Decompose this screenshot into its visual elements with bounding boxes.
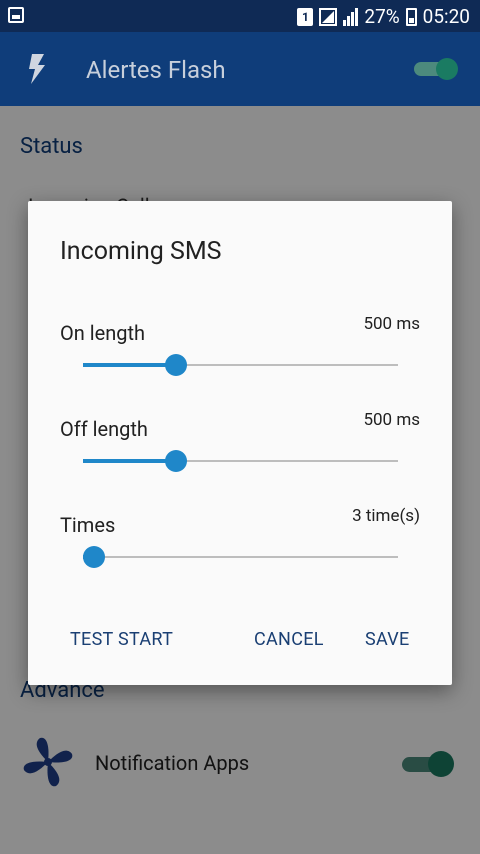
on-length-label: On length [60, 321, 146, 345]
off-length-slider[interactable] [83, 449, 398, 473]
cancel-button[interactable]: CANCEL [254, 629, 324, 650]
wifi-signal-icon [319, 7, 338, 26]
times-slider[interactable] [83, 545, 398, 569]
on-length-slider[interactable] [83, 353, 398, 377]
times-value: 3 time(s) [352, 506, 420, 526]
status-bar: 1 27% 05:20 [0, 0, 480, 32]
status-bar-indicators: 1 27% 05:20 [297, 5, 470, 28]
slider-rail [83, 556, 398, 558]
off-length-label: Off length [60, 417, 148, 441]
slider-thumb[interactable] [164, 354, 187, 376]
slider-fill [83, 363, 176, 367]
off-length-value: 500 ms [363, 410, 420, 430]
battery-percent: 27% [364, 5, 400, 28]
sim-indicator: 1 [297, 7, 314, 26]
times-label: Times [60, 513, 116, 537]
app-bar: Alertes Flash [0, 32, 480, 106]
slider-thumb[interactable] [164, 450, 187, 472]
flash-icon [29, 54, 45, 84]
test-start-button[interactable]: TEST START [70, 629, 173, 650]
slider-fill [83, 459, 176, 463]
battery-icon [405, 7, 417, 26]
switch-thumb [436, 58, 458, 80]
app-title: Alertes Flash [86, 56, 226, 84]
incoming-sms-dialog: Incoming SMS On length 500 ms Off length… [28, 201, 452, 685]
master-toggle-switch[interactable] [414, 58, 458, 80]
cellular-signal-icon [343, 7, 359, 26]
slider-thumb[interactable] [83, 546, 106, 568]
clock: 05:20 [422, 5, 470, 28]
on-length-value: 500 ms [363, 314, 420, 334]
gallery-notification-icon [8, 7, 24, 23]
dialog-title: Incoming SMS [60, 237, 222, 266]
save-button[interactable]: SAVE [365, 629, 410, 650]
